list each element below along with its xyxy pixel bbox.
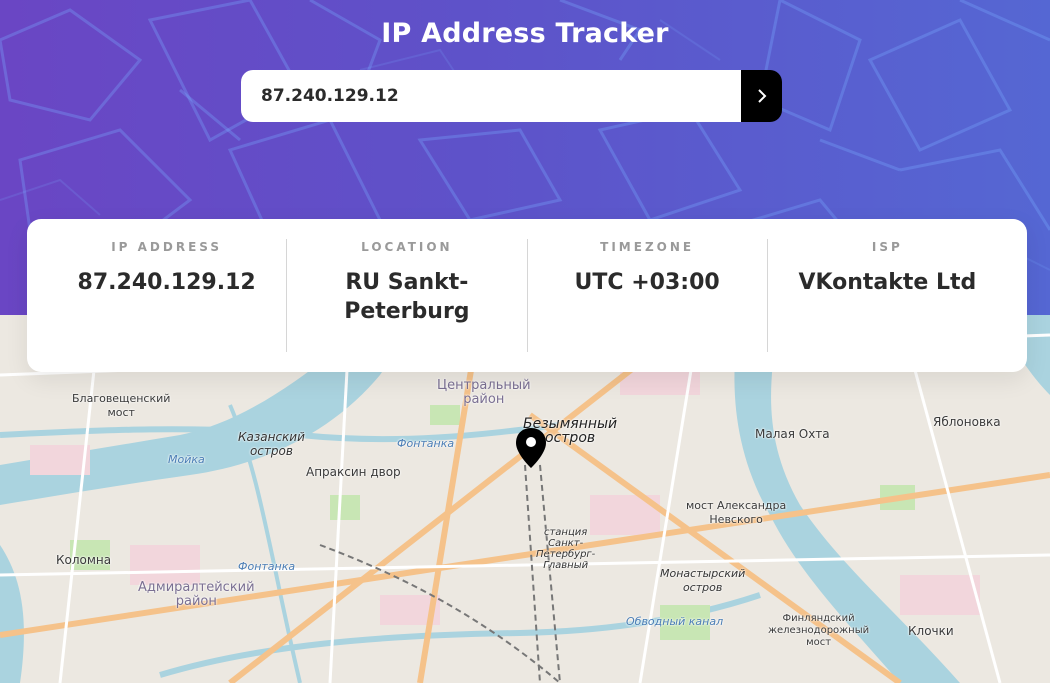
map-label-apraksin: Апраксин двор: [306, 465, 401, 479]
ip-search-form: [241, 70, 782, 122]
map-label-fontanka-2: Фонтанка: [238, 560, 296, 573]
search-submit-button[interactable]: [741, 70, 782, 122]
stat-isp: ISP VKontakte Ltd: [766, 239, 1007, 352]
map-label-finlyandsky: Финляндский железнодорожный мост: [768, 613, 870, 648]
map-label-monastyrsky: Монастырский остров: [660, 567, 746, 594]
map-label-station: станция Санкт- Петербург- Главный: [536, 527, 596, 571]
stat-ip-address: IP ADDRESS 87.240.129.12: [47, 239, 286, 352]
map-label-kazansky: Казанский остров: [238, 430, 305, 458]
stat-timezone: TIMEZONE UTC +03:00: [526, 239, 767, 352]
stat-value: VKontakte Ltd: [798, 270, 977, 295]
map-label-kolomna: Коломна: [56, 553, 112, 567]
ip-search-input[interactable]: [241, 70, 741, 122]
stat-label: ISP: [871, 240, 903, 254]
map-label-fontanka: Фонтанка: [397, 437, 455, 450]
chevron-right-icon: [757, 89, 766, 103]
map-label-central-district: Центральный район: [437, 378, 531, 407]
map-label-malaya-okhta: Малая Охта: [755, 427, 830, 441]
ip-info-card: IP ADDRESS 87.240.129.12 LOCATION RU San…: [27, 219, 1027, 372]
map-label-klochki: Клочки: [908, 624, 954, 638]
map-label-moika: Мойка: [168, 453, 205, 466]
stat-value: RU Sankt-Peterburg: [344, 270, 470, 324]
stat-value: 87.240.129.12: [77, 270, 256, 295]
map-label-admiralteysky: Адмиралтейский район: [138, 580, 255, 609]
map-label-blagoveshchensky: Благовещенский мост: [72, 392, 171, 419]
stat-label: LOCATION: [361, 240, 453, 254]
location-pin-icon[interactable]: [516, 428, 546, 468]
page-title: IP Address Tracker: [381, 18, 669, 49]
map-label-obvodny: Обводный канал: [626, 615, 724, 628]
map-label-yablonovka: Яблоновка: [933, 415, 1001, 429]
stat-location: LOCATION RU Sankt-Peterburg: [286, 239, 526, 352]
stat-label: IP ADDRESS: [111, 240, 223, 254]
stat-value: UTC +03:00: [574, 270, 720, 295]
stat-label: TIMEZONE: [600, 240, 695, 254]
map-label-most-nevskogo: мост Александра Невского: [686, 499, 787, 526]
